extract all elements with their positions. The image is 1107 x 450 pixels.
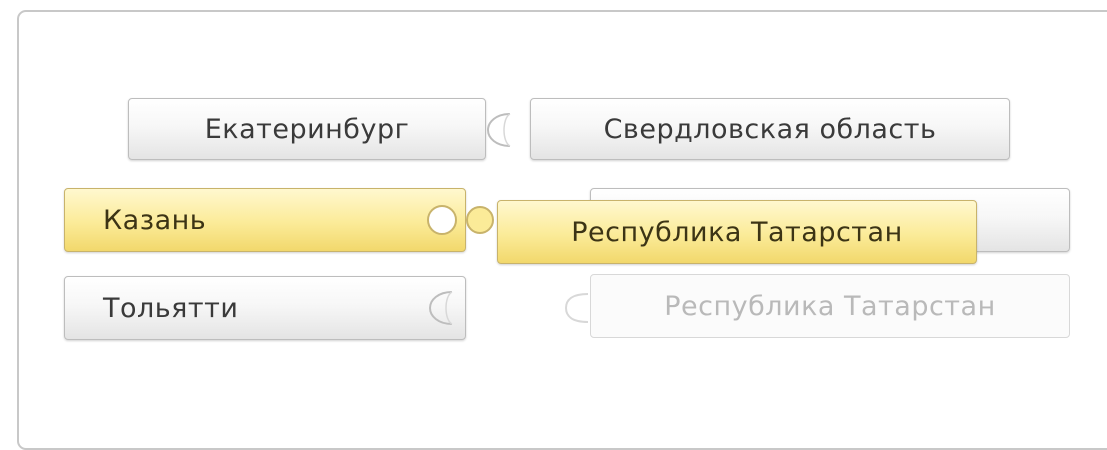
- dragged-region-tile-label: Республика Татарстан: [571, 216, 903, 248]
- city-tile-label: Казань: [103, 204, 207, 236]
- socket-connector-icon: [484, 110, 518, 150]
- city-tile-tolyatti[interactable]: Тольятти: [64, 276, 466, 340]
- socket-connector-icon: [420, 288, 454, 328]
- city-tile-label: Екатеринбург: [204, 113, 410, 145]
- city-tile-kazan[interactable]: Казань: [64, 188, 466, 252]
- puzzle-tab-icon: [460, 200, 494, 240]
- region-tile-label: Свердловская область: [603, 113, 937, 145]
- region-tile-tatarstan-ghost[interactable]: Республика Татарстан: [590, 274, 1070, 338]
- city-tile-ekaterinburg[interactable]: Екатеринбург: [128, 98, 486, 160]
- socket-connector-icon: [420, 200, 457, 240]
- region-tile-sverdlovsk[interactable]: Свердловская область: [530, 98, 1010, 160]
- dragged-region-tile-tatarstan[interactable]: Республика Татарстан: [497, 200, 977, 264]
- city-tile-label: Тольятти: [103, 292, 239, 324]
- ghost-tab-icon: [548, 288, 589, 328]
- region-tile-label: Республика Татарстан: [664, 290, 996, 322]
